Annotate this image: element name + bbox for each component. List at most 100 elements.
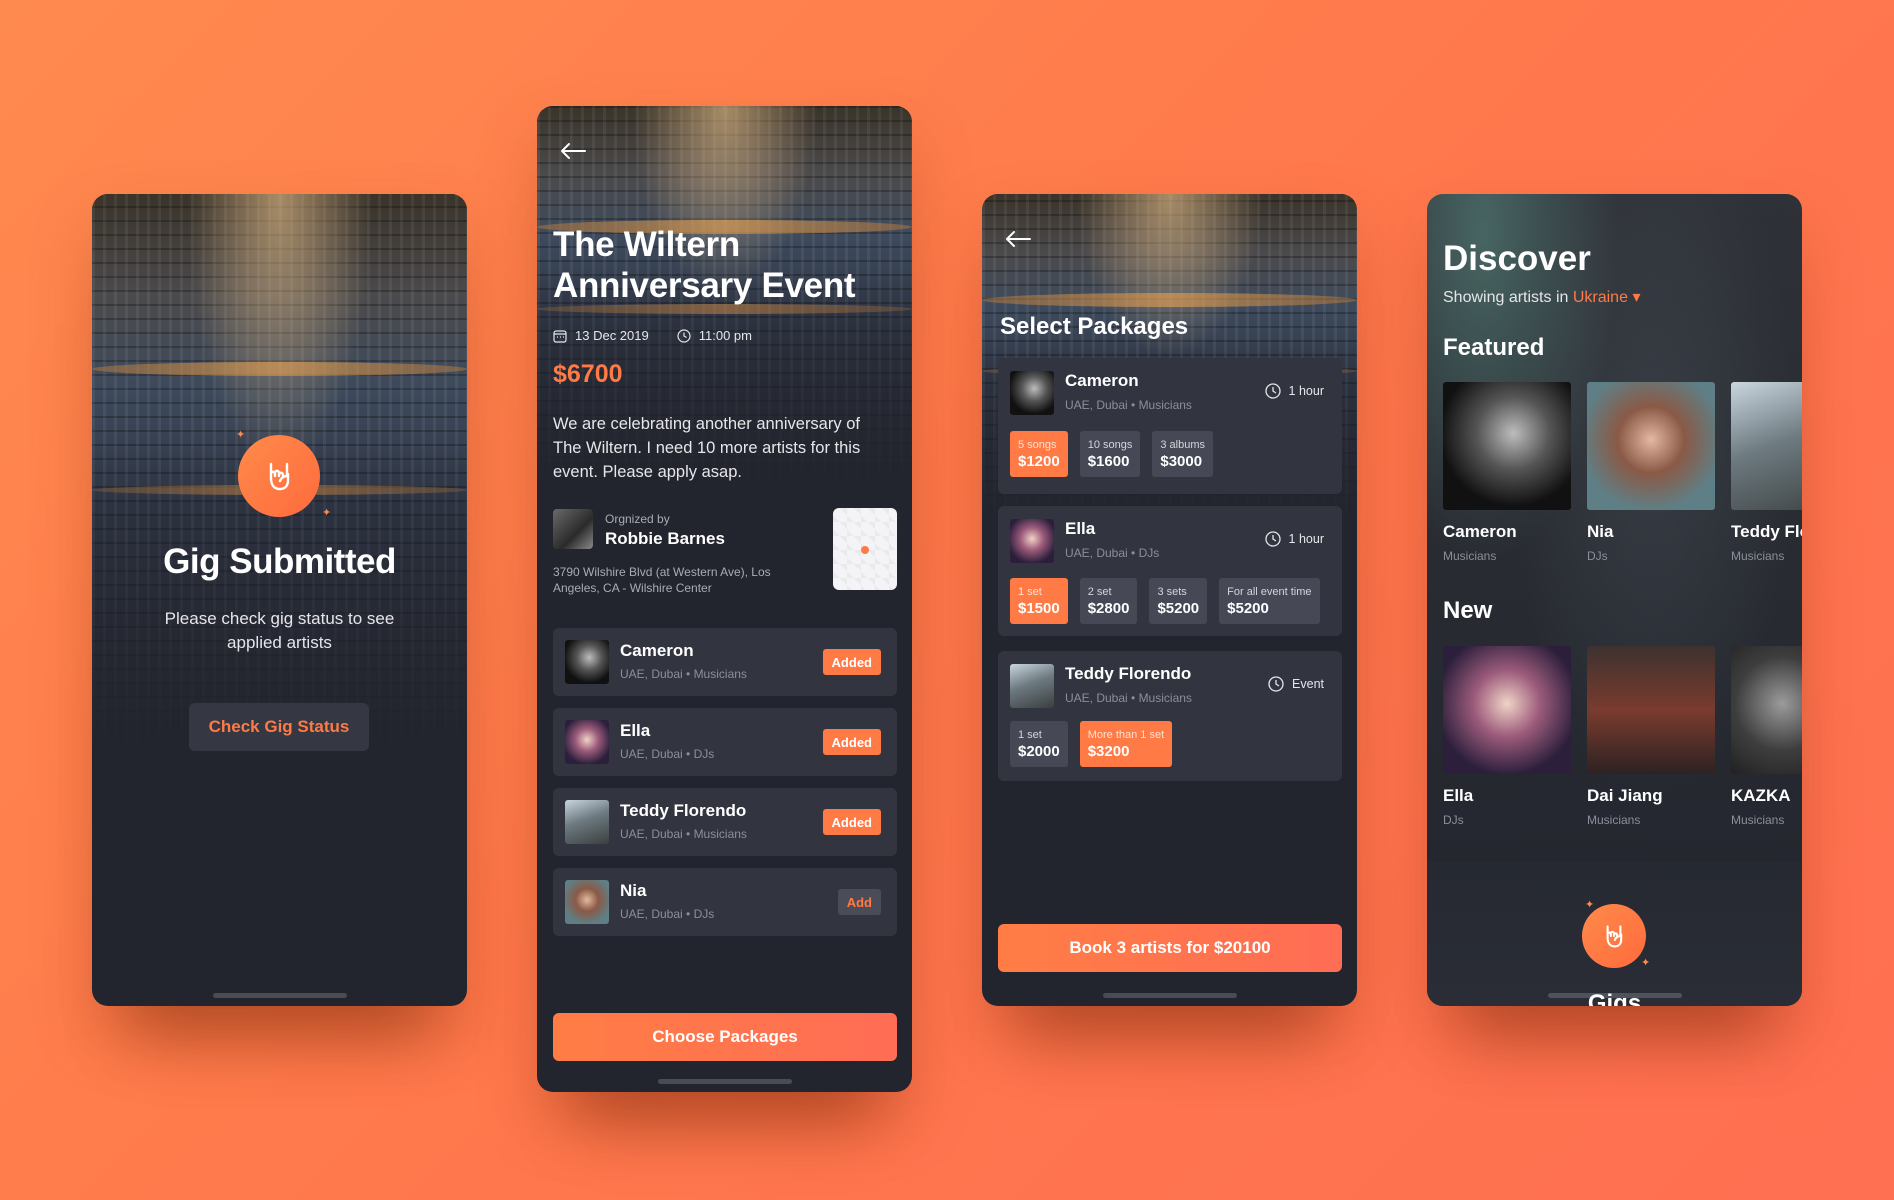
new-tile-dai-jiang[interactable]: Dai Jiang Musicians xyxy=(1587,646,1715,827)
artist-subtitle: UAE, Dubai • DJs xyxy=(1065,546,1160,560)
new-heading: New xyxy=(1443,597,1493,624)
option-label: For all event time xyxy=(1227,585,1312,598)
featured-tile-teddy[interactable]: Teddy Florendo Musicians xyxy=(1731,382,1802,563)
option-price: $3200 xyxy=(1087,742,1130,760)
option-price: $5200 xyxy=(1157,599,1200,617)
artist-name: Ella xyxy=(1065,519,1096,538)
artist-card-nia[interactable]: Nia UAE, Dubai • DJs Add xyxy=(553,868,897,936)
clock-icon xyxy=(1264,531,1281,547)
option-label: 10 songs xyxy=(1087,438,1133,451)
choose-packages-button[interactable]: Choose Packages xyxy=(553,1013,897,1061)
duration-label: Event xyxy=(1292,677,1324,691)
artist-subtitle: UAE, Dubai • DJs xyxy=(620,747,715,761)
artist-subtitle: UAE, Dubai • Musicians xyxy=(620,827,747,841)
select-packages-title: Select Packages xyxy=(1000,313,1189,340)
package-option[interactable]: For all event time $5200 xyxy=(1219,578,1320,624)
artist-subtitle: UAE, Dubai • DJs xyxy=(620,907,715,921)
artist-photo xyxy=(1587,646,1715,774)
location-value[interactable]: Ukraine xyxy=(1573,289,1628,306)
artist-subtitle: UAE, Dubai • Musicians xyxy=(1065,691,1192,705)
map-thumbnail[interactable] xyxy=(833,508,897,590)
home-indicator[interactable] xyxy=(657,1079,792,1084)
added-button[interactable]: Added xyxy=(822,809,881,835)
package-option[interactable]: More than 1 set $3200 xyxy=(1079,721,1173,767)
check-gig-status-button[interactable]: Check Gig Status xyxy=(189,703,369,751)
option-label: 3 sets xyxy=(1157,585,1187,598)
option-label: More than 1 set xyxy=(1087,728,1165,741)
artist-name: Ella xyxy=(620,721,651,740)
gig-submitted-title: Gig Submitted xyxy=(163,542,396,581)
duration: Event xyxy=(1268,676,1324,692)
rock-hand-icon[interactable] xyxy=(1582,904,1646,968)
artist-photo xyxy=(1731,646,1802,774)
artist-photo xyxy=(1443,646,1571,774)
sparkle-icon: ✦ xyxy=(1585,899,1595,911)
package-card-cameron: Cameron UAE, Dubai • Musicians 1 hour 5 … xyxy=(998,358,1342,494)
back-arrow-icon[interactable] xyxy=(1004,229,1032,249)
artist-name: Nia xyxy=(1587,522,1614,541)
artist-avatar xyxy=(565,640,609,684)
artist-name: Dai Jiang xyxy=(1587,786,1663,805)
package-option[interactable]: 1 set $1500 xyxy=(1010,578,1068,624)
artist-avatar xyxy=(565,800,609,844)
package-card-teddy-florendo: Teddy Florendo UAE, Dubai • Musicians Ev… xyxy=(998,651,1342,781)
featured-tile-cameron[interactable]: Cameron Musicians xyxy=(1443,382,1571,563)
package-option[interactable]: 2 set $2800 xyxy=(1079,578,1138,624)
artist-subtitle: UAE, Dubai • Musicians xyxy=(620,667,747,681)
option-price: $1500 xyxy=(1018,599,1060,617)
artist-name: Teddy Florendo xyxy=(1065,664,1192,683)
artist-card-teddy-florendo[interactable]: Teddy Florendo UAE, Dubai • Musicians Ad… xyxy=(553,788,897,856)
select-packages-screen: Select Packages Cameron UAE, Dubai • Mus… xyxy=(982,194,1357,1006)
artist-card-cameron[interactable]: Cameron UAE, Dubai • Musicians Added xyxy=(553,628,897,696)
event-detail-screen: The Wiltern Anniversary Event 13 Dec 201… xyxy=(537,106,912,1092)
home-indicator[interactable] xyxy=(1547,993,1682,998)
artist-category: DJs xyxy=(1443,813,1464,827)
artist-photo xyxy=(1731,382,1802,510)
package-option[interactable]: 10 songs $1600 xyxy=(1079,431,1141,477)
artist-avatar xyxy=(1010,664,1054,708)
duration-label: 1 hour xyxy=(1288,532,1324,546)
home-indicator[interactable] xyxy=(212,993,347,998)
artist-category: DJs xyxy=(1587,549,1608,563)
discover-title: Discover xyxy=(1443,239,1591,278)
option-label: 2 set xyxy=(1087,585,1112,598)
organizer-name[interactable]: Robbie Barnes xyxy=(605,529,725,549)
duration: 1 hour xyxy=(1264,531,1324,547)
artist-subtitle: UAE, Dubai • Musicians xyxy=(1065,398,1192,412)
location-selector[interactable]: Showing artists in Ukraine ▾ xyxy=(1443,287,1640,307)
event-time: 11:00 pm xyxy=(698,328,752,343)
package-option[interactable]: 3 sets $5200 xyxy=(1149,578,1208,624)
option-label: 3 albums xyxy=(1160,438,1206,451)
organizer-avatar[interactable] xyxy=(553,509,593,549)
artist-name: Ella xyxy=(1443,786,1474,805)
artist-category: Musicians xyxy=(1731,813,1785,827)
artist-avatar xyxy=(1010,519,1054,563)
added-button[interactable]: Added xyxy=(822,729,881,755)
clock-icon xyxy=(677,328,691,343)
new-tile-ella[interactable]: Ella DJs xyxy=(1443,646,1571,827)
added-button[interactable]: Added xyxy=(822,649,881,675)
artist-avatar xyxy=(565,880,609,924)
book-artists-button[interactable]: Book 3 artists for $20100 xyxy=(998,924,1342,972)
rock-hand-icon xyxy=(238,435,320,517)
home-indicator[interactable] xyxy=(1102,993,1237,998)
option-price: $2800 xyxy=(1087,599,1130,617)
featured-tile-nia[interactable]: Nia DJs xyxy=(1587,382,1715,563)
option-price: $5200 xyxy=(1227,599,1269,617)
artist-name: KAZKA xyxy=(1731,786,1791,805)
option-label: 5 songs xyxy=(1018,438,1057,451)
duration: 1 hour xyxy=(1264,383,1324,399)
discover-screen: Discover Showing artists in Ukraine ▾ Fe… xyxy=(1427,194,1802,1006)
chevron-down-icon[interactable]: ▾ xyxy=(1632,289,1640,306)
package-option[interactable]: 3 albums $3000 xyxy=(1152,431,1214,477)
package-option[interactable]: 1 set $2000 xyxy=(1010,721,1068,767)
add-button[interactable]: Add xyxy=(837,889,881,915)
package-option[interactable]: 5 songs $1200 xyxy=(1010,431,1068,477)
artist-card-ella[interactable]: Ella UAE, Dubai • DJs Added xyxy=(553,708,897,776)
artist-name: Cameron xyxy=(1065,371,1139,390)
event-title: The Wiltern Anniversary Event xyxy=(553,225,856,305)
clock-icon xyxy=(1264,383,1281,399)
back-arrow-icon[interactable] xyxy=(559,141,587,161)
gig-submitted-description: Please check gig status to see applied a… xyxy=(164,609,395,652)
new-tile-kazka[interactable]: KAZKA Musicians xyxy=(1731,646,1802,827)
